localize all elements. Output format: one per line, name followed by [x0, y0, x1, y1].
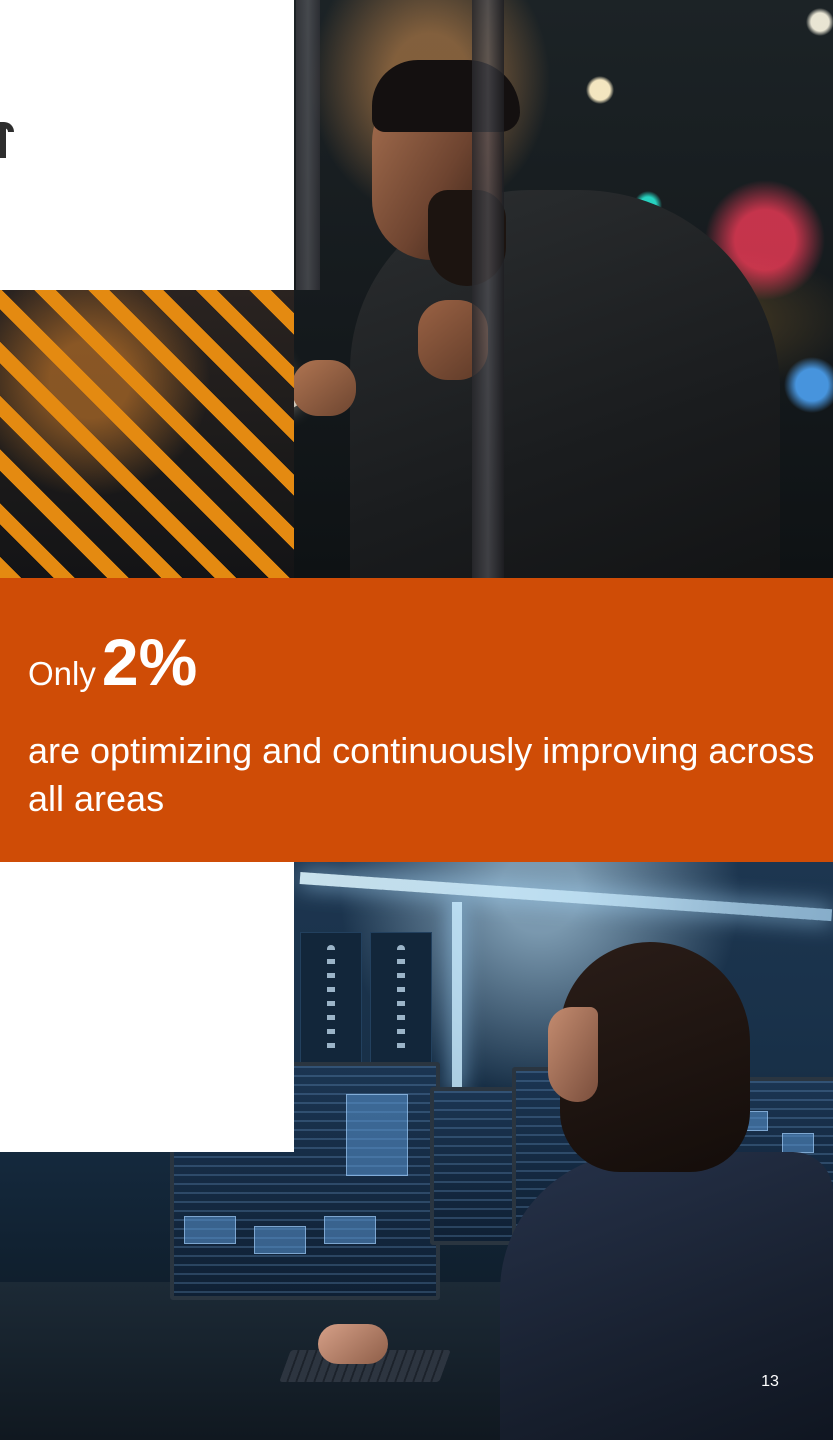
- statistic-value: 2%: [101, 625, 198, 699]
- screen-diagram: [346, 1094, 408, 1176]
- glass-frame: [296, 0, 320, 290]
- server-rack: [300, 932, 362, 1074]
- page-number: 13: [761, 1373, 779, 1390]
- clipped-letter-glyph: [0, 108, 16, 158]
- glass-frame-pole: [472, 0, 504, 578]
- statistic-headline: Only2%: [28, 624, 197, 714]
- typing-hand: [318, 1324, 388, 1364]
- rack-lights: [327, 945, 335, 1055]
- ceiling-light-strip: [299, 872, 833, 922]
- monitor-back: [430, 1087, 518, 1245]
- monitor-screen: [434, 1091, 514, 1241]
- statistic-prefix: Only: [28, 655, 96, 692]
- statistic-description: are optimizing and continuously improvin…: [28, 730, 815, 819]
- orange-diagonal-stripes: [0, 290, 294, 578]
- screen-node: [324, 1216, 376, 1244]
- light-pillar: [452, 902, 462, 1092]
- letter-arc: [0, 122, 14, 132]
- white-overlay-panel-top: [0, 0, 294, 290]
- screen-node: [184, 1216, 236, 1244]
- screen-node: [782, 1133, 814, 1153]
- screen-node: [254, 1226, 306, 1254]
- woman-face: [548, 1007, 598, 1102]
- rack-lights: [397, 945, 405, 1055]
- slide-page: Only2% are optimizing and continuously i…: [0, 0, 833, 1440]
- phone-hand: [292, 360, 356, 416]
- woman-shirt: [500, 1152, 833, 1440]
- server-rack: [370, 932, 432, 1074]
- white-overlay-panel-bottom: [0, 862, 294, 1152]
